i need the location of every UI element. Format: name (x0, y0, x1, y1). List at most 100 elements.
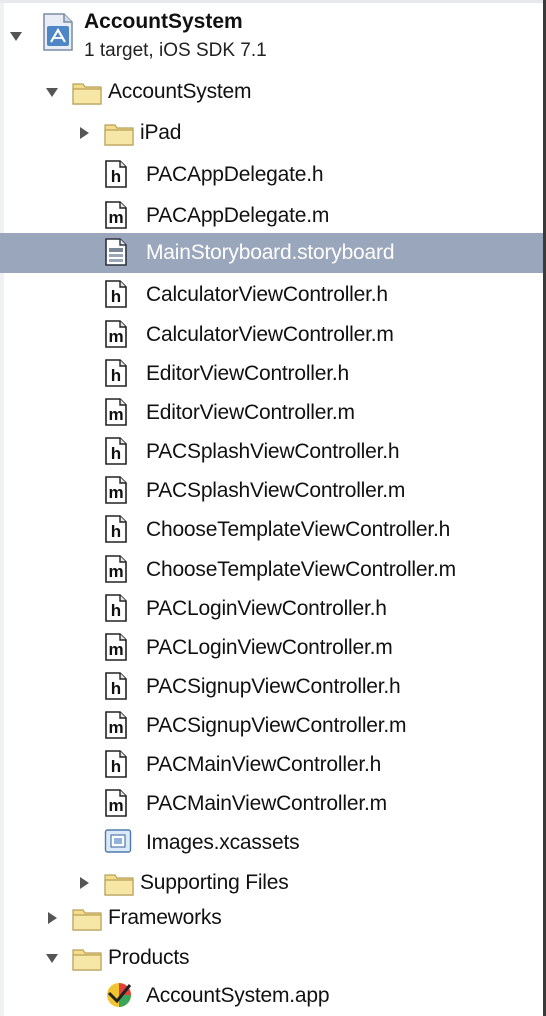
navigator-row-label: PACAppDelegate.m (146, 204, 330, 227)
project-subtitle: 1 target, iOS SDK 7.1 (84, 40, 267, 61)
navigator-row-images-xcassets[interactable]: Images.xcassets (0, 823, 543, 863)
navigator-row-label: PACSplashViewController.h (146, 440, 400, 463)
xcode-project-icon (40, 12, 76, 52)
navigator-row-label: EditorViewController.h (146, 362, 349, 385)
navigator-row-label: Supporting Files (140, 871, 289, 894)
navigator-row-label: PACSignupViewController.h (146, 675, 401, 698)
disclosure-collapsed-icon[interactable] (76, 125, 92, 141)
navigator-row-label: ChooseTemplateViewController.m (146, 558, 456, 581)
disclosure-collapsed-icon[interactable] (76, 875, 92, 891)
implementation-file-icon: m (104, 398, 132, 428)
navigator-row-editorviewcontroller-m[interactable]: m EditorViewController.m (0, 393, 543, 433)
navigator-row-mainstoryboard-storyboard[interactable]: MainStoryboard.storyboard (0, 233, 543, 273)
svg-text:h: h (111, 601, 121, 620)
navigator-row-pacsplashviewcontroller-m[interactable]: m PACSplashViewController.m (0, 471, 543, 511)
navigator-row-label: Frameworks (108, 906, 222, 929)
navigator-row-pacappdelegate-m[interactable]: m PACAppDelegate.m (0, 196, 543, 236)
svg-text:h: h (111, 522, 121, 541)
navigator-row-choosetemplateviewcontroller-h[interactable]: h ChooseTemplateViewController.h (0, 510, 543, 550)
navigator-row-pacloginviewcontroller-m[interactable]: m PACLoginViewController.m (0, 628, 543, 668)
disclosure-expanded-icon[interactable] (44, 950, 60, 966)
navigator-row-pacsplashviewcontroller-h[interactable]: h PACSplashViewController.h (0, 432, 543, 472)
project-name: AccountSystem (84, 10, 243, 33)
navigator-row-label: Images.xcassets (146, 831, 300, 854)
navigator-row-label: PACLoginViewController.m (146, 636, 393, 659)
folder-icon (104, 870, 134, 900)
navigator-row-accountsystem-app[interactable]: AccountSystem.app (0, 976, 543, 1016)
disclosure-expanded-icon[interactable] (44, 84, 60, 100)
folder-icon (72, 905, 102, 935)
navigator-row-pacloginviewcontroller-h[interactable]: h PACLoginViewController.h (0, 589, 543, 629)
implementation-file-icon: m (104, 789, 132, 819)
svg-text:h: h (111, 366, 121, 385)
navigator-row-label: PACMainViewController.m (146, 792, 387, 815)
svg-text:m: m (108, 718, 123, 737)
folder-icon (72, 945, 102, 975)
implementation-file-icon: m (104, 201, 132, 231)
implementation-file-icon: m (104, 476, 132, 506)
svg-text:h: h (111, 167, 121, 186)
svg-text:h: h (111, 757, 121, 776)
navigator-row-label: PACMainViewController.h (146, 753, 382, 776)
svg-text:h: h (111, 287, 121, 306)
navigator-row-pacsignupviewcontroller-m[interactable]: m PACSignupViewController.m (0, 706, 543, 746)
navigator-row-label: CalculatorViewController.m (146, 323, 394, 346)
navigator-row-frameworks[interactable]: Frameworks (0, 898, 543, 938)
navigator-row-label: CalculatorViewController.h (146, 283, 388, 306)
svg-text:h: h (111, 444, 121, 463)
implementation-file-icon: m (104, 320, 132, 350)
navigator-row-label: EditorViewController.m (146, 401, 355, 424)
svg-text:h: h (111, 679, 121, 698)
navigator-row-label: AccountSystem (108, 80, 252, 103)
header-file-icon: h (104, 160, 132, 190)
asset-catalog-icon (104, 828, 132, 858)
svg-text:m: m (108, 405, 123, 424)
svg-text:m: m (108, 327, 123, 346)
navigator-row-calculatorviewcontroller-h[interactable]: h CalculatorViewController.h (0, 275, 543, 315)
header-file-icon: h (104, 594, 132, 624)
header-file-icon: h (104, 437, 132, 467)
navigator-row-label: PACAppDelegate.h (146, 163, 324, 186)
navigator-row-label: MainStoryboard.storyboard (146, 241, 395, 264)
folder-icon (104, 120, 134, 150)
svg-text:m: m (108, 640, 123, 659)
svg-text:m: m (108, 208, 123, 227)
navigator-row-choosetemplateviewcontroller-m[interactable]: m ChooseTemplateViewController.m (0, 550, 543, 590)
navigator-row-calculatorviewcontroller-m[interactable]: m CalculatorViewController.m (0, 315, 543, 355)
header-file-icon: h (104, 750, 132, 780)
folder-icon (72, 79, 102, 109)
navigator-row-pacmainviewcontroller-h[interactable]: h PACMainViewController.h (0, 745, 543, 785)
svg-text:m: m (108, 562, 123, 581)
implementation-file-icon: m (104, 711, 132, 741)
navigator-row-label: Products (108, 946, 190, 969)
navigator-row-label: PACSplashViewController.m (146, 479, 406, 502)
header-file-icon: h (104, 672, 132, 702)
svg-text:m: m (108, 796, 123, 815)
header-file-icon: h (104, 359, 132, 389)
disclosure-collapsed-icon[interactable] (44, 910, 60, 926)
navigator-row-ipad[interactable]: iPad (0, 113, 543, 153)
project-root-row[interactable]: AccountSystem 1 target, iOS SDK 7.1 (0, 4, 543, 68)
storyboard-file-icon (104, 238, 132, 268)
header-file-icon: h (104, 515, 132, 545)
project-navigator: AccountSystem 1 target, iOS SDK 7.1 Acco… (0, 0, 546, 1016)
navigator-row-supporting-files[interactable]: Supporting Files (0, 863, 543, 903)
navigator-row-label: PACSignupViewController.m (146, 714, 407, 737)
implementation-file-icon: m (104, 555, 132, 585)
navigator-row-accountsystem[interactable]: AccountSystem (0, 72, 543, 112)
implementation-file-icon: m (104, 633, 132, 663)
navigator-row-label: PACLoginViewController.h (146, 597, 387, 620)
navigator-row-editorviewcontroller-h[interactable]: h EditorViewController.h (0, 354, 543, 394)
navigator-row-pacappdelegate-h[interactable]: h PACAppDelegate.h (0, 155, 543, 195)
navigator-row-pacsignupviewcontroller-h[interactable]: h PACSignupViewController.h (0, 667, 543, 707)
header-file-icon: h (104, 280, 132, 310)
disclosure-expanded-icon[interactable] (8, 28, 24, 44)
navigator-row-pacmainviewcontroller-m[interactable]: m PACMainViewController.m (0, 784, 543, 824)
svg-text:m: m (108, 483, 123, 502)
navigator-row-label: iPad (140, 121, 182, 144)
navigator-row-products[interactable]: Products (0, 938, 543, 978)
navigator-row-label: AccountSystem.app (146, 984, 330, 1007)
navigator-top-edge (0, 0, 546, 3)
navigator-row-label: ChooseTemplateViewController.h (146, 518, 451, 541)
app-product-icon (104, 980, 132, 1010)
